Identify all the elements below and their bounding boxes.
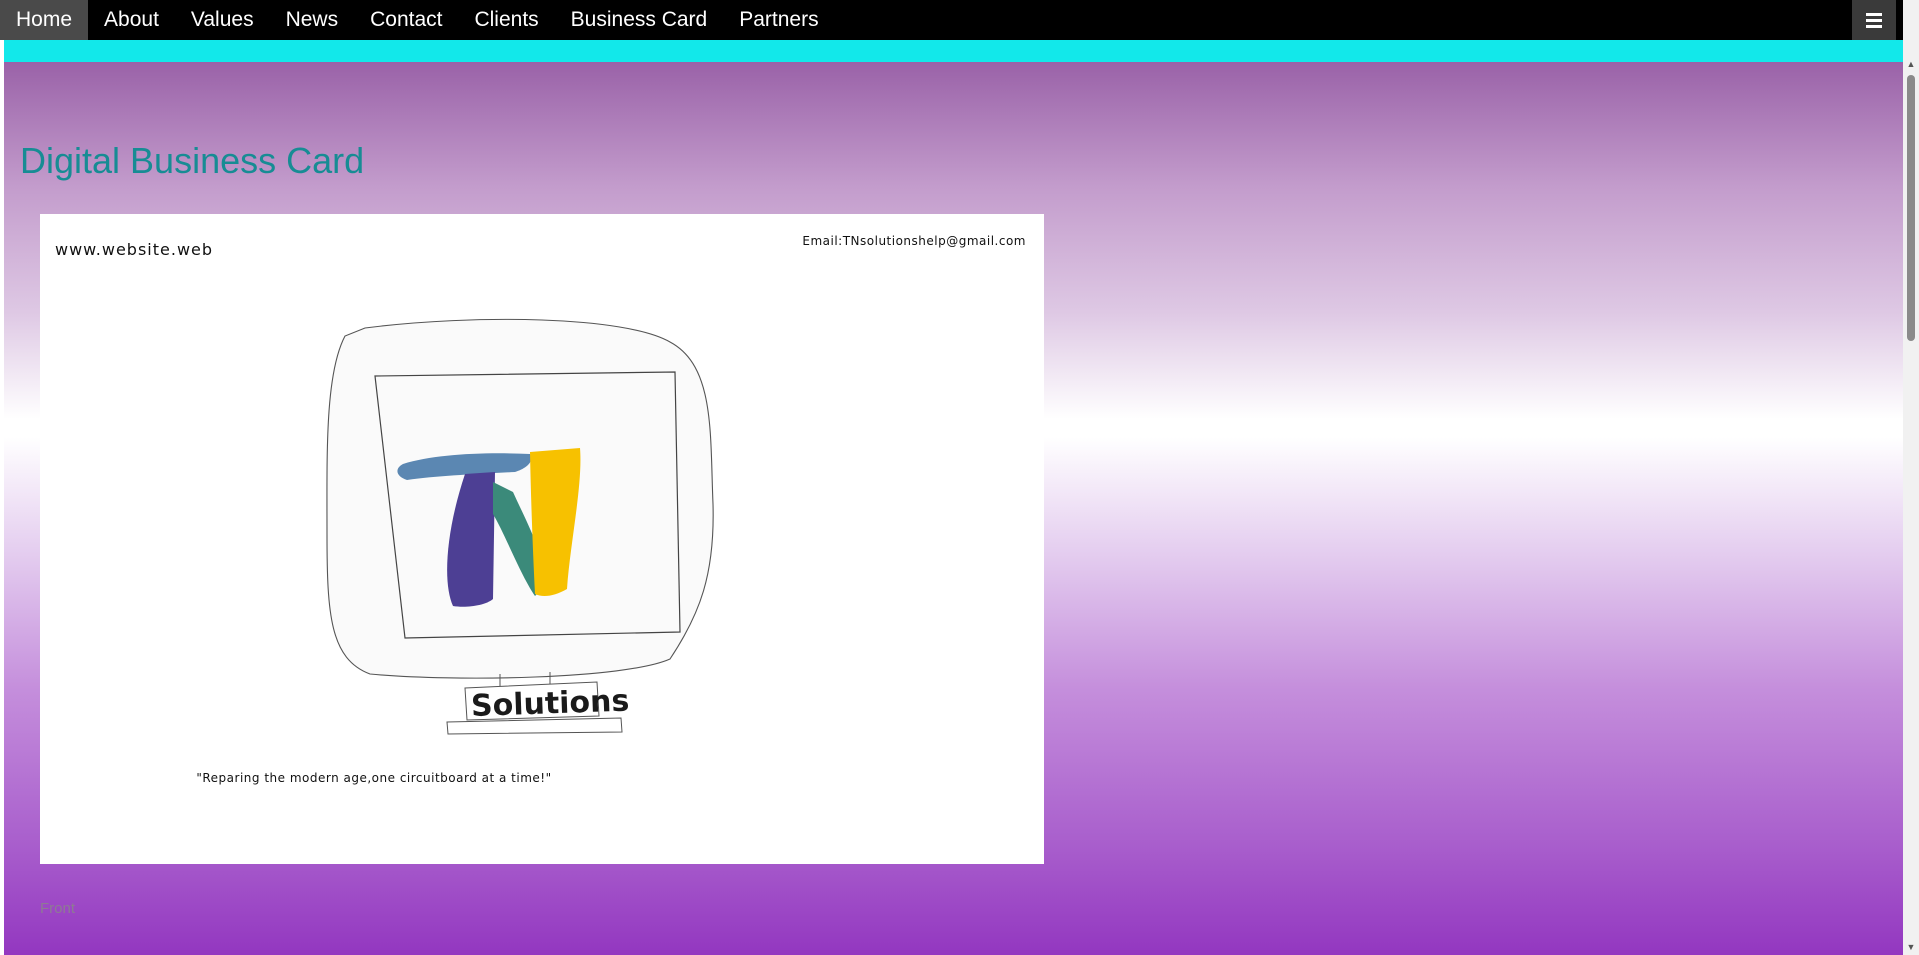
card-slogan: "Reparing the modern age,one circuitboar… xyxy=(196,771,552,785)
card-website: www.website.web xyxy=(55,240,214,259)
top-navigation: Home About Values News Contact Clients B… xyxy=(0,0,1903,40)
accent-strip xyxy=(4,40,1903,62)
monitor-screen-icon xyxy=(374,371,681,639)
hamburger-bar xyxy=(1866,12,1882,16)
nav-values[interactable]: Values xyxy=(175,0,270,40)
nav-news[interactable]: News xyxy=(270,0,355,40)
page-viewport: Home About Values News Contact Clients B… xyxy=(0,0,1903,955)
nav-business-card[interactable]: Business Card xyxy=(555,0,724,40)
nav-contact[interactable]: Contact xyxy=(354,0,458,40)
nav-clients[interactable]: Clients xyxy=(458,0,554,40)
business-card-front: www.website.web Email:TNsolutionshelp@gm… xyxy=(40,214,1044,864)
nav-partners[interactable]: Partners xyxy=(723,0,834,40)
card-side-label: Front xyxy=(40,900,76,917)
scroll-up-icon[interactable]: ▲ xyxy=(1903,56,1919,72)
scroll-thumb[interactable] xyxy=(1907,75,1915,341)
logo-solutions-text: Solutions xyxy=(470,684,629,725)
scroll-down-icon[interactable]: ▼ xyxy=(1903,939,1919,955)
hamburger-menu-icon[interactable] xyxy=(1852,0,1896,40)
tn-solutions-logo: Solutions xyxy=(326,318,714,735)
hamburger-bar xyxy=(1866,24,1882,28)
hamburger-bar xyxy=(1866,18,1882,22)
vertical-scrollbar[interactable]: ▲ ▼ xyxy=(1903,0,1919,955)
page-title: Digital Business Card xyxy=(20,140,365,181)
nav-about[interactable]: About xyxy=(88,0,175,40)
card-email: Email:TNsolutionshelp@gmail.com xyxy=(802,234,1026,248)
nav-home[interactable]: Home xyxy=(0,0,89,40)
